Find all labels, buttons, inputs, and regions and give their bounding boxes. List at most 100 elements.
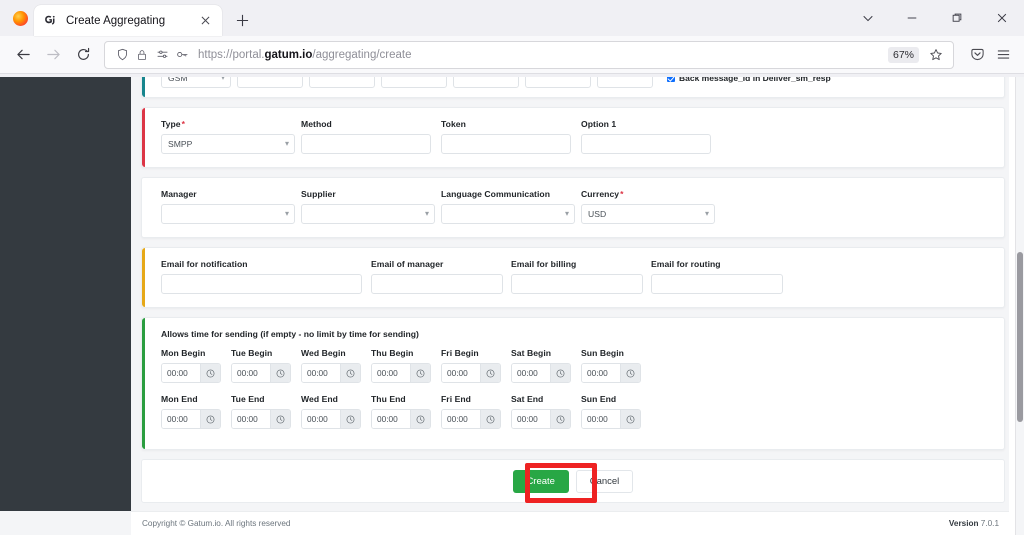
new-tab-button[interactable] (228, 6, 256, 34)
protocol-field-1[interactable] (237, 77, 303, 88)
tue-begin-timepicker[interactable]: 00:00 (231, 363, 291, 383)
shield-icon[interactable] (112, 45, 132, 65)
time-label: Fri End (441, 394, 471, 404)
time-value[interactable]: 00:00 (232, 410, 270, 428)
protocol-select[interactable]: GSM ▾ (161, 77, 231, 88)
tracking-settings-icon[interactable] (152, 45, 172, 65)
clock-icon[interactable] (620, 410, 640, 428)
sat-begin-timepicker[interactable]: 00:00 (511, 363, 571, 383)
mon-end-timepicker[interactable]: 00:00 (161, 409, 221, 429)
mon-begin-timepicker[interactable]: 00:00 (161, 363, 221, 383)
main-content: GSM ▾ Back message_id in Deliver_sm_resp (131, 77, 1015, 535)
language-communication-select[interactable]: ▾ (441, 204, 575, 224)
sun-end-timepicker[interactable]: 00:00 (581, 409, 641, 429)
time-value[interactable]: 00:00 (512, 364, 550, 382)
email-routing-input[interactable] (651, 274, 783, 294)
thu-end-timepicker[interactable]: 00:00 (371, 409, 431, 429)
field-token: Token (441, 119, 581, 154)
chevron-down-icon: ▾ (284, 209, 289, 218)
clock-icon[interactable] (480, 364, 500, 382)
lock-icon[interactable] (132, 45, 152, 65)
time-cell-thu-begin: Thu Begin 00:00 (371, 348, 441, 383)
email-notification-input[interactable] (161, 274, 362, 294)
maximize-restore-icon[interactable] (934, 0, 979, 36)
clock-icon[interactable] (200, 364, 220, 382)
option-1-input[interactable] (581, 134, 711, 154)
window-close-icon[interactable] (979, 0, 1024, 36)
clock-icon[interactable] (550, 410, 570, 428)
clock-icon[interactable] (200, 410, 220, 428)
minimize-icon[interactable] (889, 0, 934, 36)
currency-select-value: USD (588, 209, 607, 219)
clock-icon[interactable] (340, 364, 360, 382)
wed-end-timepicker[interactable]: 00:00 (301, 409, 361, 429)
time-value[interactable]: 00:00 (302, 364, 340, 382)
tue-end-timepicker[interactable]: 00:00 (231, 409, 291, 429)
token-input[interactable] (441, 134, 571, 154)
fri-begin-timepicker[interactable]: 00:00 (441, 363, 501, 383)
zoom-level-indicator[interactable]: 67% (887, 46, 919, 63)
scrollbar-thumb[interactable] (1017, 252, 1023, 422)
bookmark-star-icon[interactable] (923, 42, 949, 68)
hamburger-menu-icon[interactable] (990, 42, 1016, 68)
clock-icon[interactable] (480, 410, 500, 428)
create-button[interactable]: Create (512, 469, 569, 493)
field-label: Currency* (581, 189, 624, 199)
sat-end-timepicker[interactable]: 00:00 (511, 409, 571, 429)
type-select[interactable]: SMPP ▾ (161, 134, 295, 154)
time-value[interactable]: 00:00 (232, 364, 270, 382)
reload-icon[interactable] (68, 40, 98, 70)
time-value[interactable]: 00:00 (372, 410, 410, 428)
clock-icon[interactable] (550, 364, 570, 382)
clock-icon[interactable] (340, 410, 360, 428)
time-value[interactable]: 00:00 (582, 364, 620, 382)
thu-begin-timepicker[interactable]: 00:00 (371, 363, 431, 383)
page-scrollbar[interactable] (1015, 77, 1024, 535)
window-controls (847, 0, 1024, 36)
email-manager-input[interactable] (371, 274, 503, 294)
back-message-id-checkbox[interactable]: Back message_id in Deliver_sm_resp (667, 77, 831, 83)
protocol-field-5[interactable] (525, 77, 591, 88)
supplier-select[interactable]: ▾ (301, 204, 435, 224)
sun-begin-timepicker[interactable]: 00:00 (581, 363, 641, 383)
pocket-icon[interactable] (964, 42, 990, 68)
method-input[interactable] (301, 134, 431, 154)
time-value[interactable]: 00:00 (162, 410, 200, 428)
protocol-field-3[interactable] (381, 77, 447, 88)
clock-icon[interactable] (270, 410, 290, 428)
manager-select[interactable]: ▾ (161, 204, 295, 224)
list-all-tabs-icon[interactable] (847, 0, 889, 36)
forward-arrow-icon[interactable] (38, 40, 68, 70)
browser-tab[interactable]: Create Aggregating (34, 5, 222, 36)
time-value[interactable]: 00:00 (162, 364, 200, 382)
fri-end-timepicker[interactable]: 00:00 (441, 409, 501, 429)
url-bar[interactable]: https://portal.gatum.io/aggregating/crea… (104, 40, 954, 69)
form-actions: Create Cancel (141, 459, 1005, 503)
version-text: Version 7.0.1 (948, 519, 999, 528)
protocol-field-6[interactable] (597, 77, 653, 88)
app-sidebar[interactable] (0, 77, 131, 511)
currency-select[interactable]: USD ▾ (581, 204, 715, 224)
wed-begin-timepicker[interactable]: 00:00 (301, 363, 361, 383)
time-value[interactable]: 00:00 (442, 410, 480, 428)
time-cell-tue-end: Tue End 00:00 (231, 394, 301, 429)
cancel-button[interactable]: Cancel (575, 469, 634, 493)
protocol-field-4[interactable] (453, 77, 519, 88)
clock-icon[interactable] (410, 364, 430, 382)
time-value[interactable]: 00:00 (582, 410, 620, 428)
clock-icon[interactable] (410, 410, 430, 428)
clock-icon[interactable] (620, 364, 640, 382)
time-value[interactable]: 00:00 (442, 364, 480, 382)
protocol-field-2[interactable] (309, 77, 375, 88)
time-value[interactable]: 00:00 (372, 364, 410, 382)
time-cell-sun-begin: Sun Begin 00:00 (581, 348, 651, 383)
time-value[interactable]: 00:00 (512, 410, 550, 428)
clock-icon[interactable] (270, 364, 290, 382)
close-icon[interactable] (196, 12, 214, 30)
time-value[interactable]: 00:00 (302, 410, 340, 428)
back-arrow-icon[interactable] (8, 40, 38, 70)
time-label: Tue End (231, 394, 265, 404)
key-icon[interactable] (172, 45, 192, 65)
firefox-app-icon[interactable] (6, 3, 34, 33)
email-billing-input[interactable] (511, 274, 643, 294)
